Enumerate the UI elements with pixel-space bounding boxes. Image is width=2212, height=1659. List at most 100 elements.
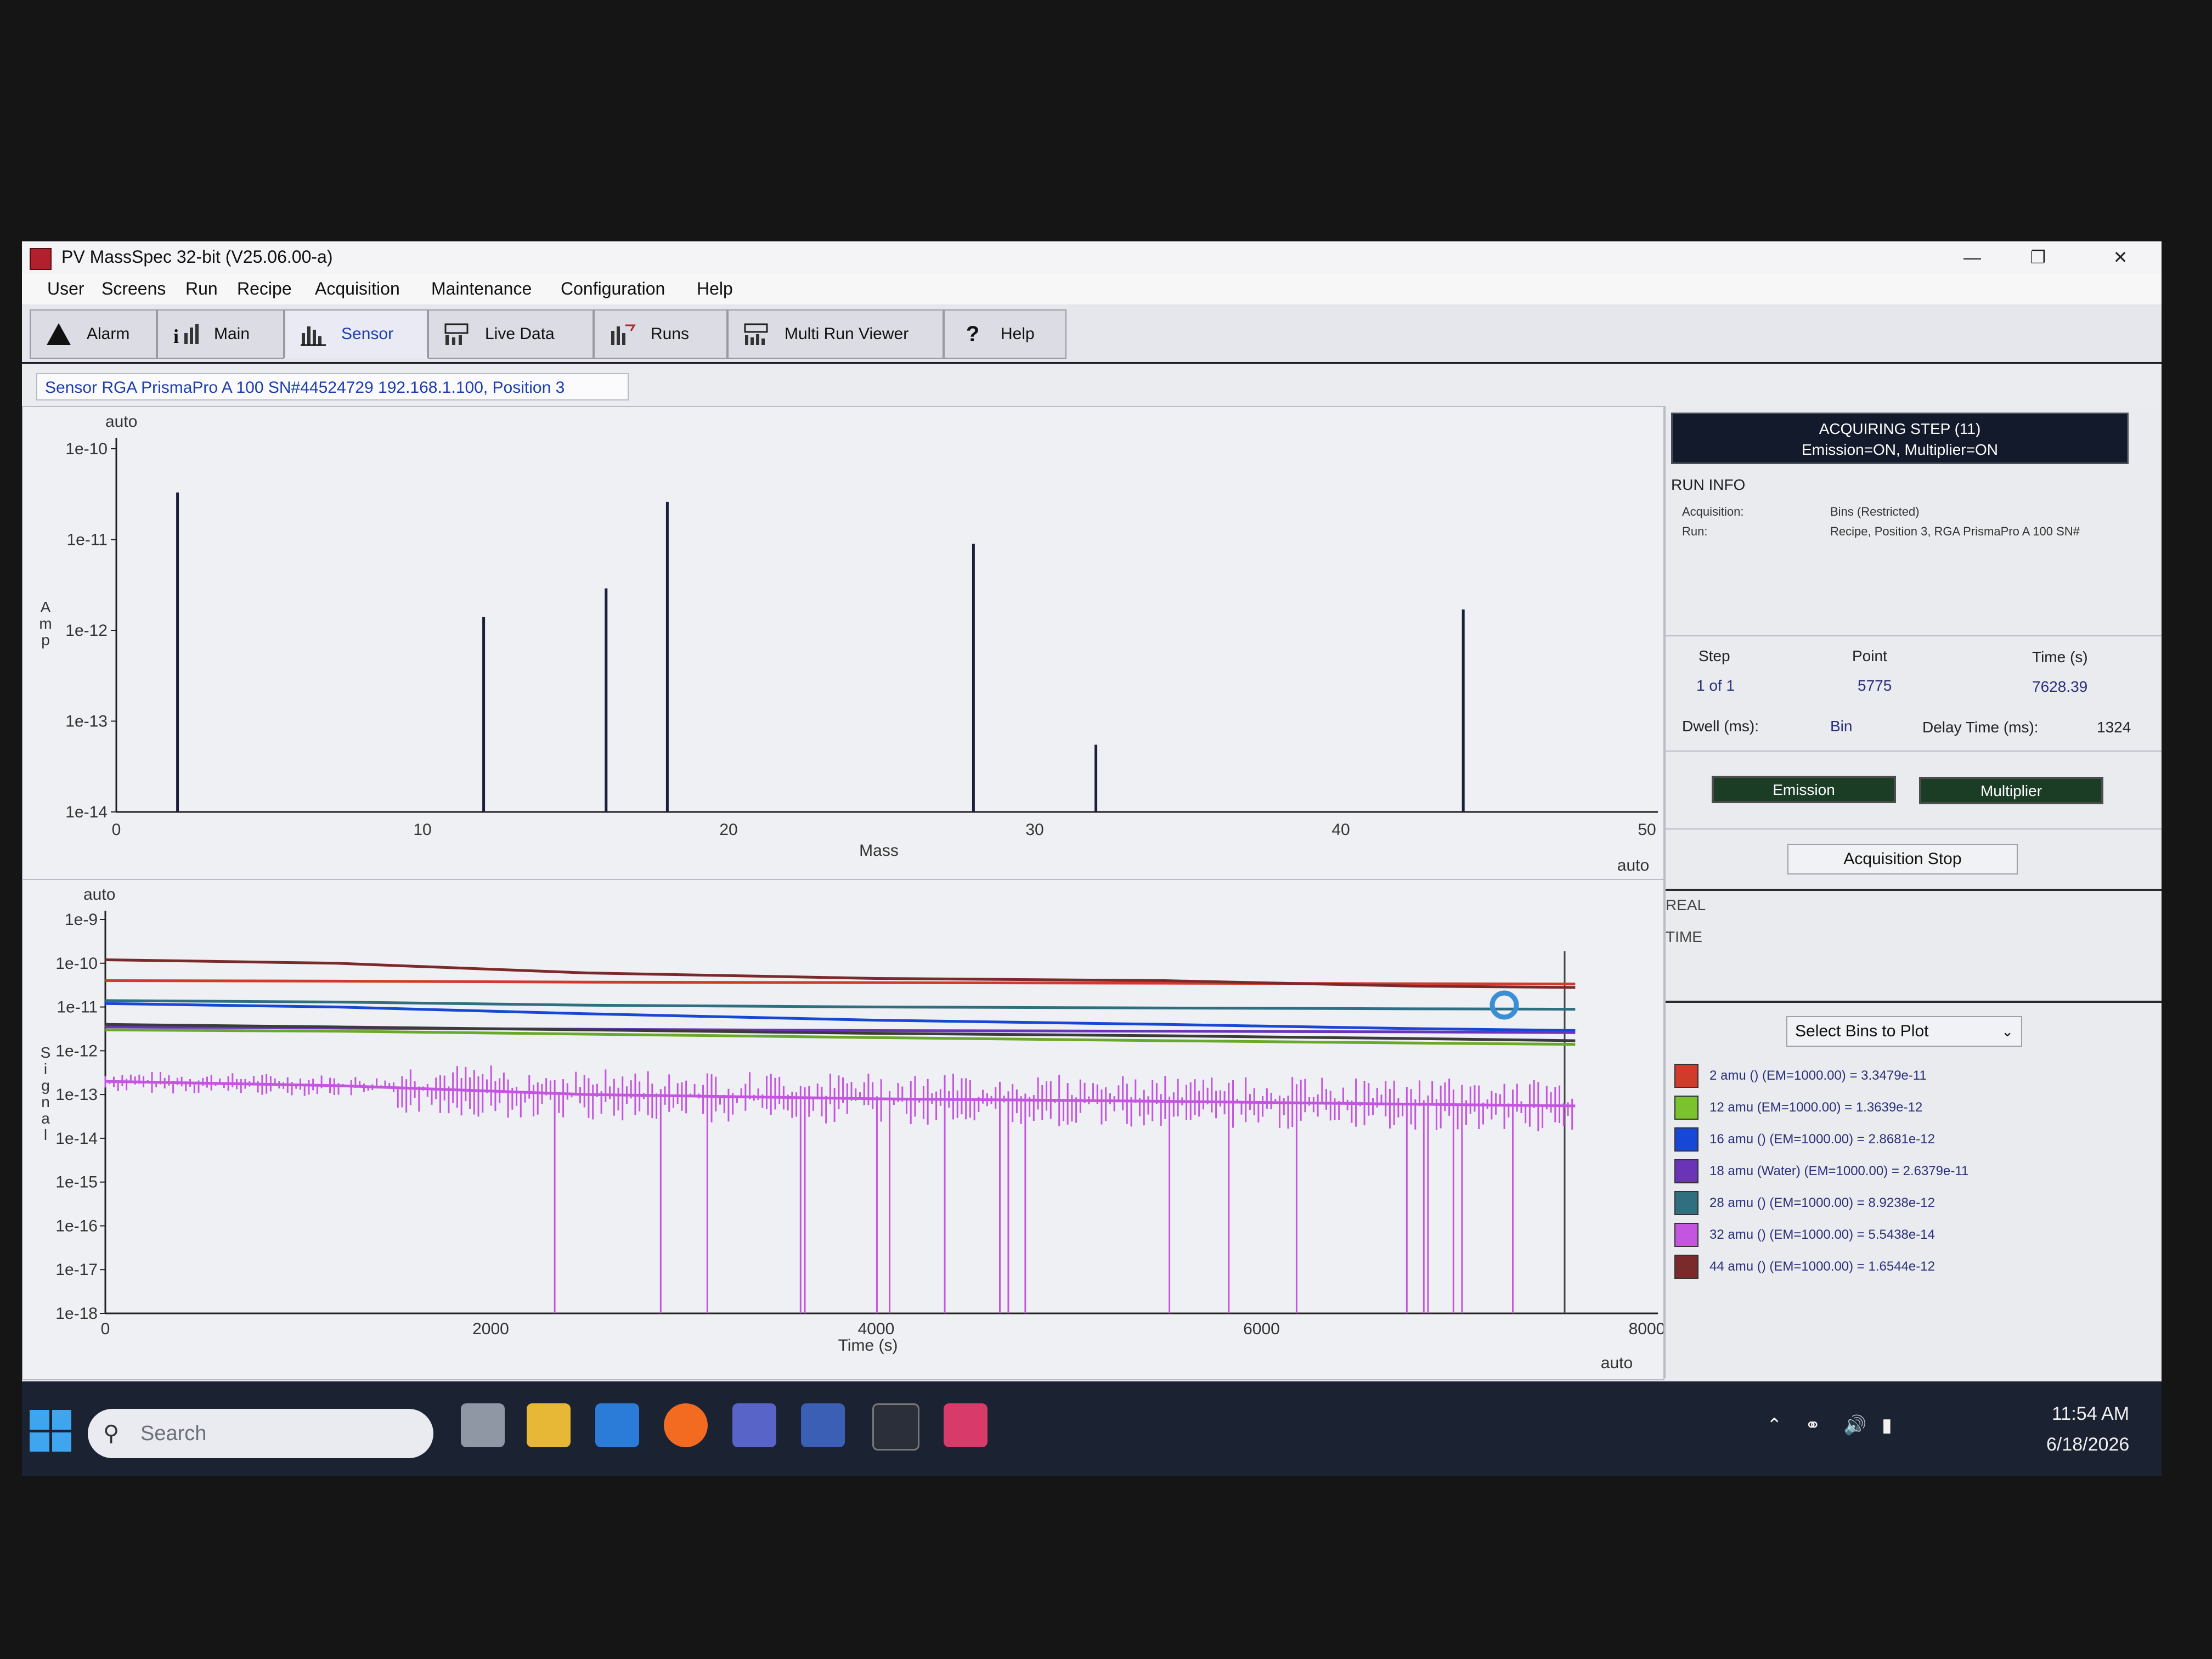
legend-item-44amu[interactable]: 44 amu () (EM=1000.00) = 1.6544e-12: [1674, 1253, 1935, 1280]
sensor-label: Sensor: [341, 325, 394, 343]
mass-x-tick-label: 50: [1638, 821, 1656, 839]
close-button[interactable]: ✕: [2101, 245, 2140, 270]
time-series-line: [105, 1080, 1576, 1108]
mass-y-tick-label: 1e-14: [65, 803, 108, 821]
runs-label: Runs: [651, 325, 690, 343]
status-line-2: Emission=ON, Multiplier=ON: [1802, 441, 1998, 458]
teams-icon[interactable]: [732, 1403, 776, 1447]
acquisition-status-box: ACQUIRING STEP (11) Emission=ON, Multipl…: [1671, 413, 2129, 464]
search-placeholder: Search: [140, 1422, 207, 1445]
toolbar: Alarm i Main Sensor Live Data Runs Multi…: [22, 305, 2162, 364]
alarm-button[interactable]: Alarm: [30, 309, 157, 359]
real-time-label-1: REAL: [1666, 896, 1706, 913]
time-x-tick-label: 8000: [1629, 1320, 1663, 1338]
mass-y-tick-label: 1e-11: [66, 531, 108, 549]
globe-icon[interactable]: ⚭: [1805, 1414, 1821, 1436]
menu-maintenance[interactable]: Maintenance: [431, 279, 532, 299]
menu-acquisition[interactable]: Acquisition: [315, 279, 400, 299]
legend-label: 18 amu (Water) (EM=1000.00) = 2.6379e-11: [1709, 1164, 1969, 1178]
legend-label: 28 amu () (EM=1000.00) = 8.9238e-12: [1709, 1195, 1935, 1210]
acquisition-stop-button[interactable]: Acquisition Stop: [1787, 844, 2018, 874]
taskbar-search[interactable]: ⚲ Search: [88, 1409, 433, 1458]
legend-item-18amu[interactable]: 18 amu (Water) (EM=1000.00) = 2.6379e-11: [1674, 1158, 1968, 1185]
time-x-tick-label: 4000: [858, 1320, 895, 1338]
emission-button[interactable]: Emission: [1712, 776, 1896, 803]
time-y-tick-label: 1e-13: [55, 1086, 98, 1104]
time-x-auto-label: auto: [1601, 1354, 1633, 1372]
time-x-tick-label: 6000: [1243, 1320, 1280, 1338]
multiplier-button[interactable]: Multiplier: [1919, 777, 2103, 804]
runs-button[interactable]: Runs: [594, 309, 727, 359]
select-bins-dropdown[interactable]: Select Bins to Plot ⌄: [1786, 1016, 2022, 1047]
run-value: Recipe, Position 3, RGA PrismaPro A 100 …: [1830, 524, 2080, 538]
chevron-down-icon: ⌄: [2001, 1023, 2013, 1040]
mass-y-tick-label: 1e-13: [65, 713, 108, 731]
legend-label: 44 amu () (EM=1000.00) = 1.6544e-12: [1709, 1259, 1935, 1274]
help-label: Help: [1001, 325, 1035, 343]
time-y-tick-label: 1e-9: [65, 911, 98, 929]
clock-time[interactable]: 11:54 AM: [2052, 1403, 2129, 1425]
menu-bar: User Screens Run Recipe Acquisition Main…: [22, 273, 2162, 304]
o2-noise-trace: [104, 1065, 1573, 1313]
outlook-icon[interactable]: [595, 1403, 639, 1447]
time-y-tick-label: 1e-15: [55, 1173, 98, 1192]
divider: [1666, 889, 2162, 891]
mass-x-axis-label: Mass: [859, 842, 899, 860]
runs-icon: [609, 322, 636, 346]
task-view-icon[interactable]: [461, 1403, 505, 1447]
chart-app-icon[interactable]: [801, 1403, 845, 1447]
time-trend-plot: Signal auto 1e-9 1e-10 1e-11 1e-12 1e-13 1e-1…: [22, 879, 1664, 1380]
start-icon[interactable]: [30, 1410, 71, 1452]
help-button[interactable]: ? Help: [944, 309, 1066, 359]
multi-run-viewer-button[interactable]: Multi Run Viewer: [727, 309, 944, 359]
menu-screens[interactable]: Screens: [101, 279, 166, 299]
live-data-label: Live Data: [485, 325, 555, 343]
minimize-button[interactable]: —: [1953, 245, 1991, 270]
app-icon: [30, 248, 52, 270]
firefox-icon[interactable]: [664, 1403, 708, 1447]
acquisition-label: Acquisition:: [1682, 505, 1744, 518]
laptop-screen: PV MassSpec 32-bit (V25.06.00-a) — ❐ ✕ U…: [22, 241, 2162, 1476]
mass-x-tick-label: 40: [1331, 821, 1350, 839]
dwell-label: Dwell (ms):: [1682, 718, 1759, 735]
time-y-tick-label: 1e-18: [55, 1305, 98, 1323]
legend-swatch: [1674, 1255, 1699, 1279]
clock-date[interactable]: 6/18/2026: [2046, 1434, 2129, 1455]
menu-configuration[interactable]: Configuration: [561, 279, 665, 299]
time-x-axis-label: Time (s): [838, 1336, 898, 1355]
legend-item-2amu[interactable]: 2 amu () (EM=1000.00) = 3.3479e-11: [1674, 1062, 1927, 1090]
file-explorer-icon[interactable]: [527, 1403, 571, 1447]
time-y-tick-label: 1e-12: [55, 1042, 98, 1060]
mass-auto-label: auto: [105, 413, 137, 431]
live-data-button[interactable]: Live Data: [428, 309, 594, 359]
battery-icon[interactable]: ▮: [1882, 1414, 1892, 1436]
help-icon: ?: [966, 321, 980, 346]
run-info-heading: RUN INFO: [1671, 476, 1746, 493]
legend-item-32amu[interactable]: 32 amu () (EM=1000.00) = 5.5438e-14: [1674, 1221, 1935, 1249]
mass-x-tick-label: 10: [413, 821, 431, 839]
speaker-icon[interactable]: 🔊: [1843, 1414, 1866, 1436]
mass-x-tick-label: 0: [112, 821, 121, 839]
menu-user[interactable]: User: [47, 279, 84, 299]
mass-y-tick-label: 1e-12: [65, 622, 108, 640]
menu-help[interactable]: Help: [697, 279, 733, 299]
maximize-button[interactable]: ❐: [2019, 245, 2057, 270]
time-value: 7628.39: [2032, 678, 2088, 695]
chevron-up-icon[interactable]: ⌃: [1767, 1414, 1782, 1436]
menu-run[interactable]: Run: [185, 279, 218, 299]
run-side-panel: ACQUIRING STEP (11) Emission=ON, Multipl…: [1664, 406, 2162, 1378]
search-icon: ⚲: [103, 1421, 120, 1446]
mass-x-auto-label: auto: [1617, 856, 1649, 874]
legend-item-16amu[interactable]: 16 amu () (EM=1000.00) = 2.8681e-12: [1674, 1126, 1935, 1153]
time-y-tick-label: 1e-14: [55, 1130, 98, 1148]
legend-item-12amu[interactable]: 12 amu (EM=1000.00) = 1.3639e-12: [1674, 1094, 1922, 1121]
sensor-tab[interactable]: Sensor: [284, 309, 428, 358]
main-button[interactable]: i Main: [157, 309, 284, 359]
divider: [1666, 1001, 2162, 1003]
select-bins-value: Select Bins to Plot: [1795, 1022, 1929, 1040]
terminal-icon[interactable]: [872, 1403, 919, 1451]
legend-swatch: [1674, 1223, 1699, 1247]
legend-item-28amu[interactable]: 28 amu () (EM=1000.00) = 8.9238e-12: [1674, 1189, 1935, 1217]
pv-massspec-icon[interactable]: [944, 1403, 988, 1447]
menu-recipe[interactable]: Recipe: [237, 279, 292, 299]
